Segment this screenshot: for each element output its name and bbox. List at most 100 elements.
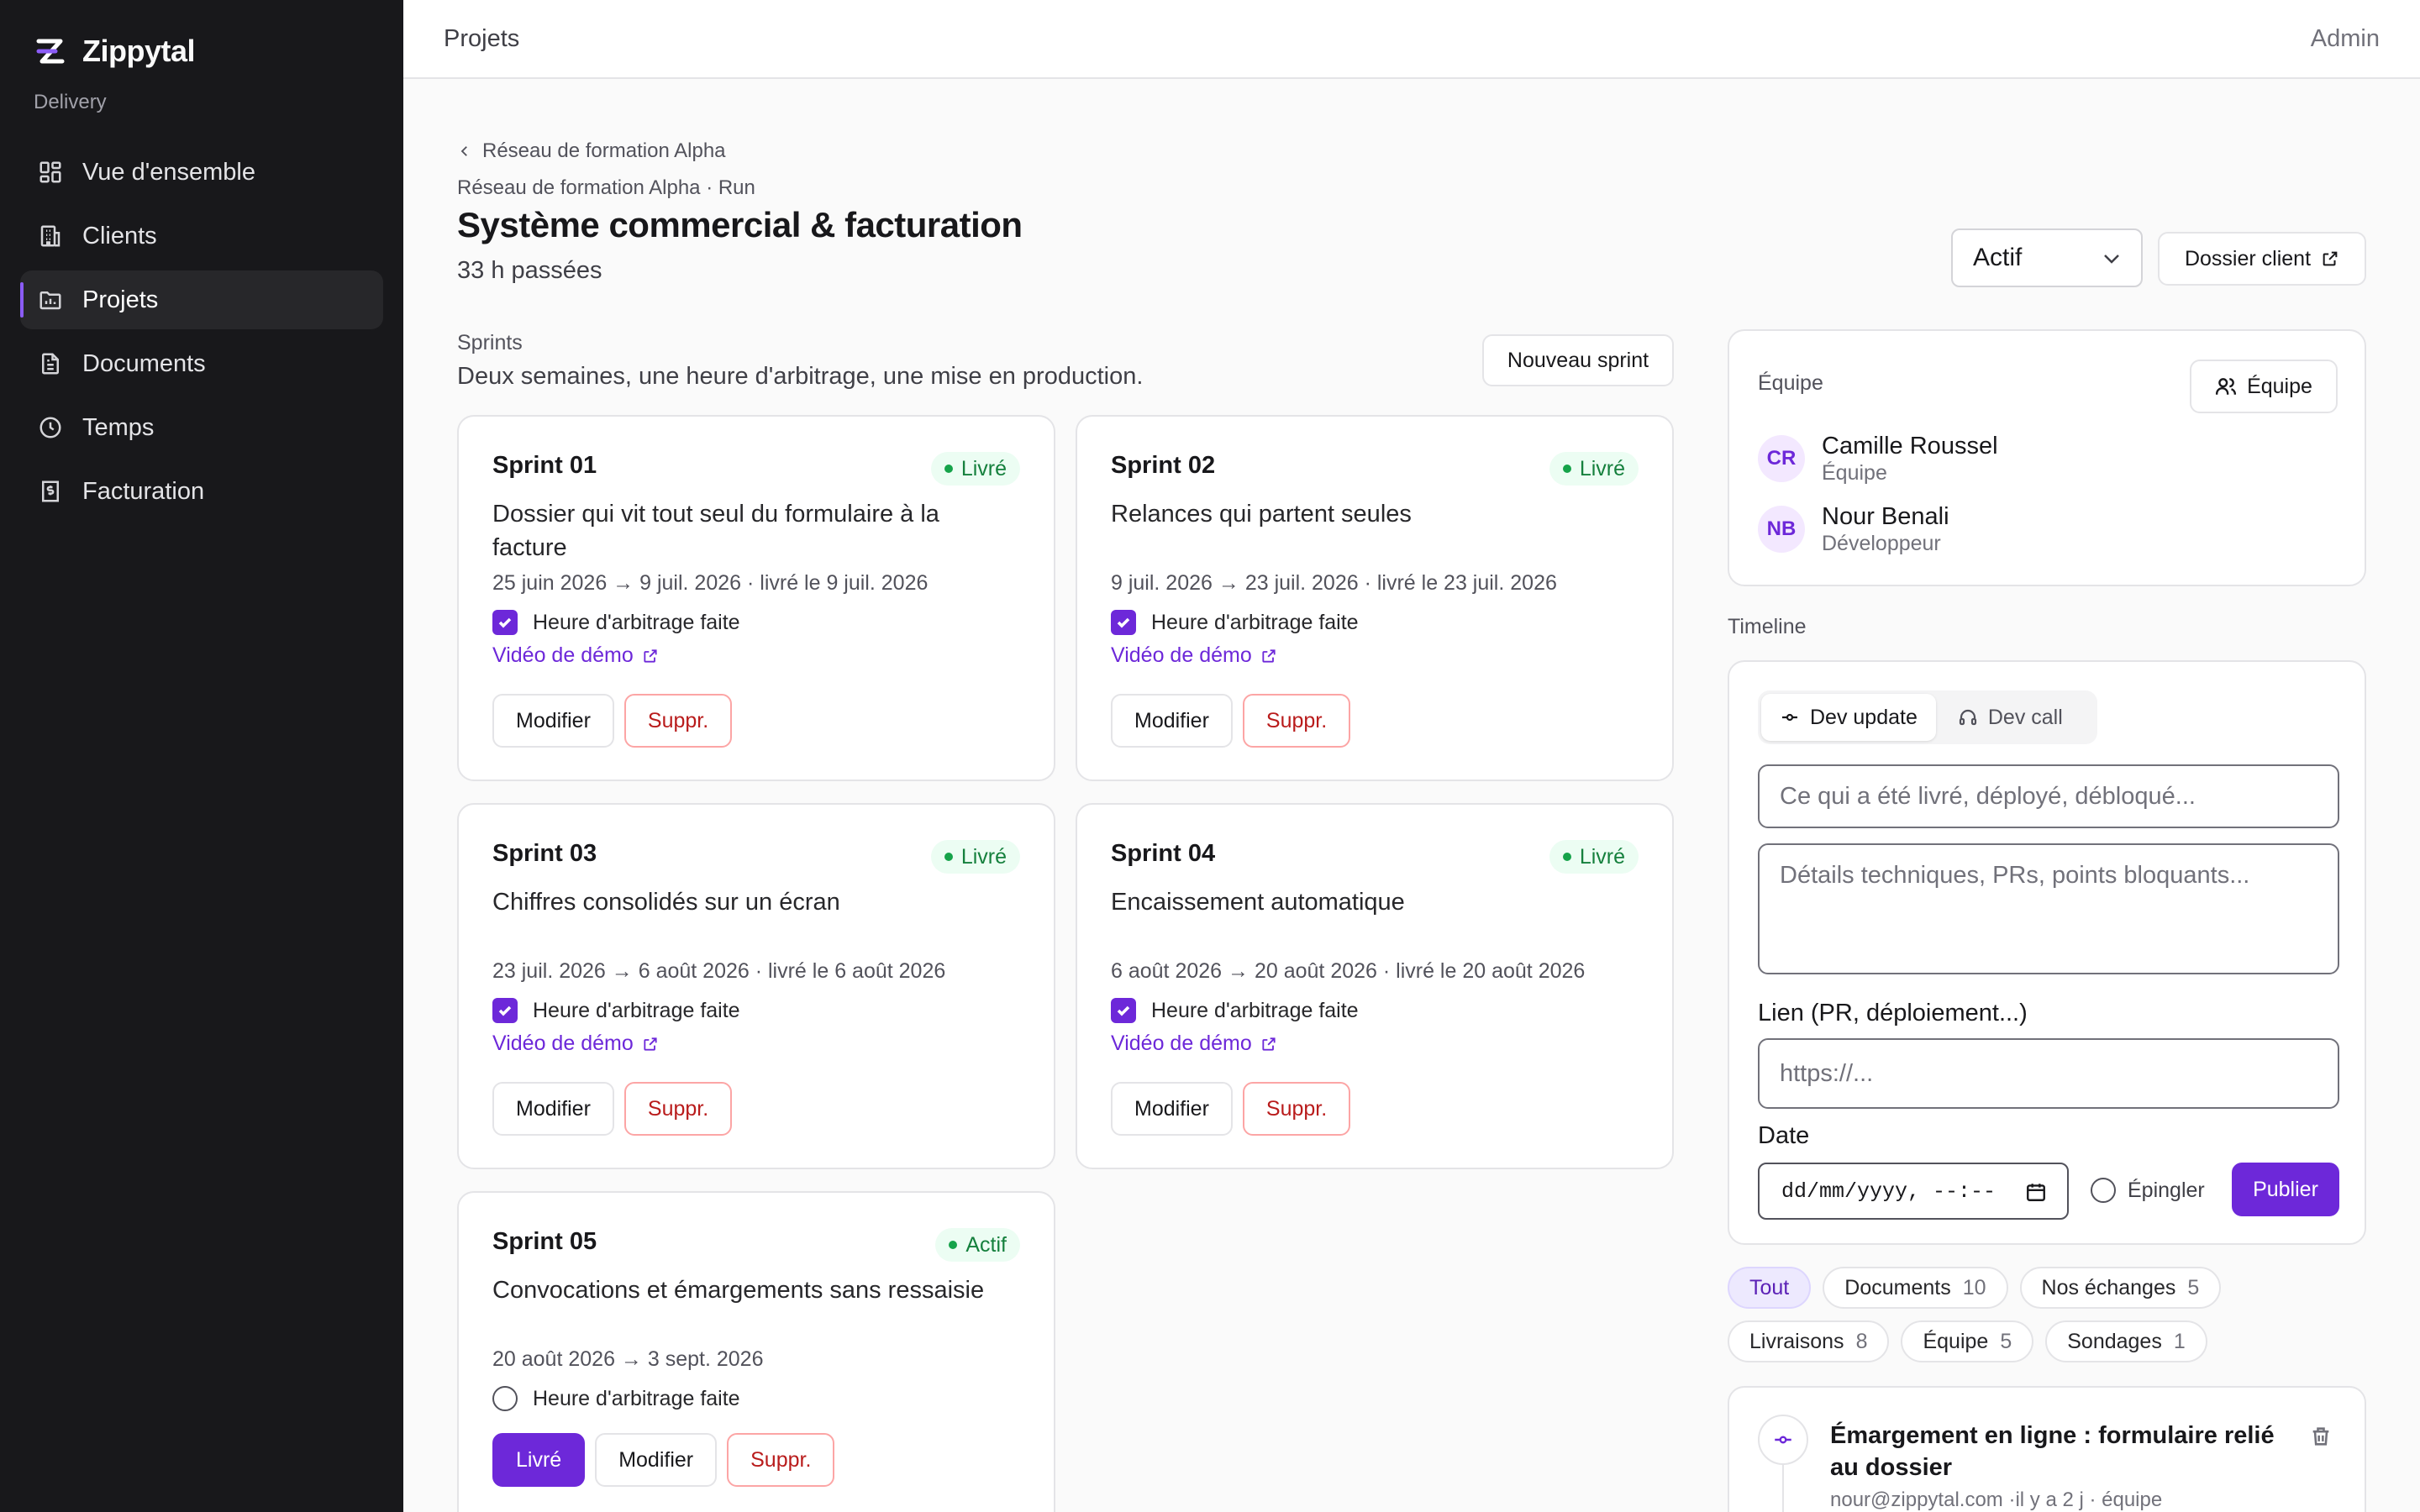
- sprint-description: Chiffres consolidés sur un écran: [492, 889, 840, 916]
- demo-video-link[interactable]: Vidéo de démo: [1111, 1032, 1277, 1056]
- topbar: Projets Admin: [403, 0, 2420, 79]
- member-name: Camille Roussel: [1822, 433, 1998, 459]
- edit-button[interactable]: Modifier: [1111, 694, 1233, 748]
- edit-button[interactable]: Modifier: [492, 1082, 614, 1136]
- checkbox-checked-icon[interactable]: [492, 998, 518, 1023]
- checkbox-unchecked-icon[interactable]: [492, 1386, 518, 1411]
- sidebar-item-facturation[interactable]: Facturation: [20, 462, 383, 521]
- commit-icon: [1782, 713, 1797, 722]
- edit-button[interactable]: Modifier: [492, 694, 614, 748]
- back-link[interactable]: Réseau de formation Alpha: [457, 139, 726, 163]
- tab-dev-call[interactable]: Dev call: [1939, 694, 2081, 741]
- sidebar-item-label: Clients: [82, 222, 157, 249]
- app-subtitle: Delivery: [34, 91, 107, 113]
- sidebar-item-overview[interactable]: Vue d'ensemble: [20, 143, 383, 202]
- publish-button[interactable]: Publier: [2232, 1163, 2339, 1216]
- sidebar-item-projets[interactable]: Projets: [20, 270, 383, 329]
- sprint-title: Sprint 01: [492, 452, 597, 479]
- sprint-dates: 23 juil. 2026 → 6 août 2026 · livré le 6…: [492, 959, 946, 983]
- sidebar-item-temps[interactable]: Temps: [20, 398, 383, 457]
- filter-chip-equipe[interactable]: Équipe 5: [1901, 1320, 2034, 1362]
- checkbox-label: Heure d'arbitrage faite: [533, 610, 740, 634]
- update-summary-input[interactable]: [1758, 764, 2339, 828]
- sidebar-item-documents[interactable]: Documents: [20, 334, 383, 393]
- sidebar: Zippytal Delivery Vue d'ensemble Clients…: [0, 0, 403, 1512]
- sprint-dates: 6 août 2026 → 20 août 2026 · livré le 20…: [1111, 959, 1586, 983]
- delete-button[interactable]: Suppr.: [1242, 694, 1351, 748]
- arbitrage-checkbox-row[interactable]: Heure d'arbitrage faite: [1111, 998, 1359, 1023]
- sprint-title: Sprint 04: [1111, 840, 1216, 867]
- demo-video-link[interactable]: Vidéo de démo: [492, 1032, 659, 1056]
- chip-count: 10: [1962, 1275, 1986, 1299]
- sprint-actions: Modifier Suppr.: [1111, 694, 1351, 748]
- team-button[interactable]: Équipe: [2190, 360, 2338, 413]
- sprint-description: Encaissement automatique: [1111, 889, 1405, 916]
- sidebar-item-label: Temps: [82, 413, 155, 441]
- arbitrage-checkbox-row[interactable]: Heure d'arbitrage faite: [492, 610, 740, 635]
- checkbox-checked-icon[interactable]: [492, 610, 518, 635]
- team-heading: Équipe: [1758, 371, 1823, 395]
- sidebar-item-clients[interactable]: Clients: [20, 207, 383, 265]
- date-label: Date: [1758, 1122, 1810, 1149]
- sprint-card: Sprint 04 Livré Encaissement automatique…: [1076, 803, 1674, 1169]
- avatar: CR: [1758, 435, 1805, 482]
- checkbox-label: Heure d'arbitrage faite: [1151, 610, 1359, 634]
- trash-icon[interactable]: [2309, 1425, 2334, 1450]
- mark-delivered-button[interactable]: Livré: [492, 1433, 586, 1487]
- checkbox-label: Heure d'arbitrage faite: [1151, 998, 1359, 1022]
- edit-button[interactable]: Modifier: [595, 1433, 718, 1487]
- demo-video-link[interactable]: Vidéo de démo: [1111, 643, 1277, 668]
- filter-chip-sondages[interactable]: Sondages 1: [2045, 1320, 2207, 1362]
- checkbox-checked-icon[interactable]: [1111, 998, 1136, 1023]
- filter-chip-tout[interactable]: Tout: [1728, 1267, 1812, 1309]
- sprint-card: Sprint 02 Livré Relances qui partent seu…: [1076, 415, 1674, 781]
- delete-button[interactable]: Suppr.: [727, 1433, 835, 1487]
- sprint-title: Sprint 02: [1111, 452, 1216, 479]
- filter-chip-livraisons[interactable]: Livraisons 8: [1728, 1320, 1890, 1362]
- status-badge: Actif: [935, 1228, 1020, 1262]
- demo-video-label: Vidéo de démo: [1111, 643, 1252, 667]
- pin-checkbox-row[interactable]: Épingler: [2091, 1178, 2205, 1203]
- filter-chip-documents[interactable]: Documents 10: [1823, 1267, 2008, 1309]
- delete-button[interactable]: Suppr.: [623, 694, 733, 748]
- app-name: Zippytal: [82, 34, 196, 68]
- pin-checkbox[interactable]: [2091, 1178, 2116, 1203]
- status-badge: Livré: [930, 452, 1020, 486]
- delete-button[interactable]: Suppr.: [623, 1082, 733, 1136]
- users-icon: [2216, 378, 2237, 395]
- chip-label: Tout: [1749, 1275, 1790, 1299]
- dossier-client-label: Dossier client: [2184, 246, 2312, 270]
- date-input[interactable]: dd/mm/yyyy, --:--: [1758, 1163, 2069, 1220]
- edit-button[interactable]: Modifier: [1111, 1082, 1233, 1136]
- dossier-client-button[interactable]: Dossier client: [2158, 232, 2366, 286]
- delete-button[interactable]: Suppr.: [1242, 1082, 1351, 1136]
- arbitrage-checkbox-row[interactable]: Heure d'arbitrage faite: [1111, 610, 1359, 635]
- arbitrage-checkbox-row[interactable]: Heure d'arbitrage faite: [492, 998, 740, 1023]
- brand[interactable]: Zippytal: [34, 34, 196, 69]
- link-input[interactable]: [1758, 1038, 2339, 1109]
- checkbox-checked-icon[interactable]: [1111, 610, 1136, 635]
- filter-chip-echanges[interactable]: Nos échanges 5: [2019, 1267, 2222, 1309]
- sprint-card: Sprint 01 Livré Dossier qui vit tout seu…: [457, 415, 1055, 781]
- avatar: NB: [1758, 506, 1805, 553]
- status-select[interactable]: Actif: [1951, 228, 2143, 287]
- new-sprint-button[interactable]: Nouveau sprint: [1482, 334, 1674, 386]
- link-label: Lien (PR, déploiement...): [1758, 1000, 2028, 1026]
- sprints-heading: Sprints: [457, 331, 523, 354]
- sidebar-item-label: Facturation: [82, 477, 205, 505]
- building-icon: [37, 223, 64, 249]
- update-details-textarea[interactable]: [1758, 843, 2339, 974]
- user-menu[interactable]: Admin: [2311, 25, 2380, 53]
- sprint-title: Sprint 05: [492, 1228, 597, 1255]
- chip-label: Sondages: [2067, 1329, 2162, 1353]
- demo-video-link[interactable]: Vidéo de démo: [492, 643, 659, 668]
- chevron-left-icon: [460, 146, 467, 156]
- sidebar-item-label: Documents: [82, 349, 206, 377]
- calendar-icon[interactable]: [2025, 1181, 2047, 1203]
- sprint-description: Relances qui partent seules: [1111, 501, 1412, 528]
- chip-label: Équipe: [1923, 1329, 1989, 1353]
- chip-label: Nos échanges: [2041, 1275, 2176, 1299]
- arbitrage-checkbox-row[interactable]: Heure d'arbitrage faite: [492, 1386, 740, 1411]
- checkbox-label: Heure d'arbitrage faite: [533, 998, 740, 1022]
- tab-dev-update[interactable]: Dev update: [1761, 694, 1936, 741]
